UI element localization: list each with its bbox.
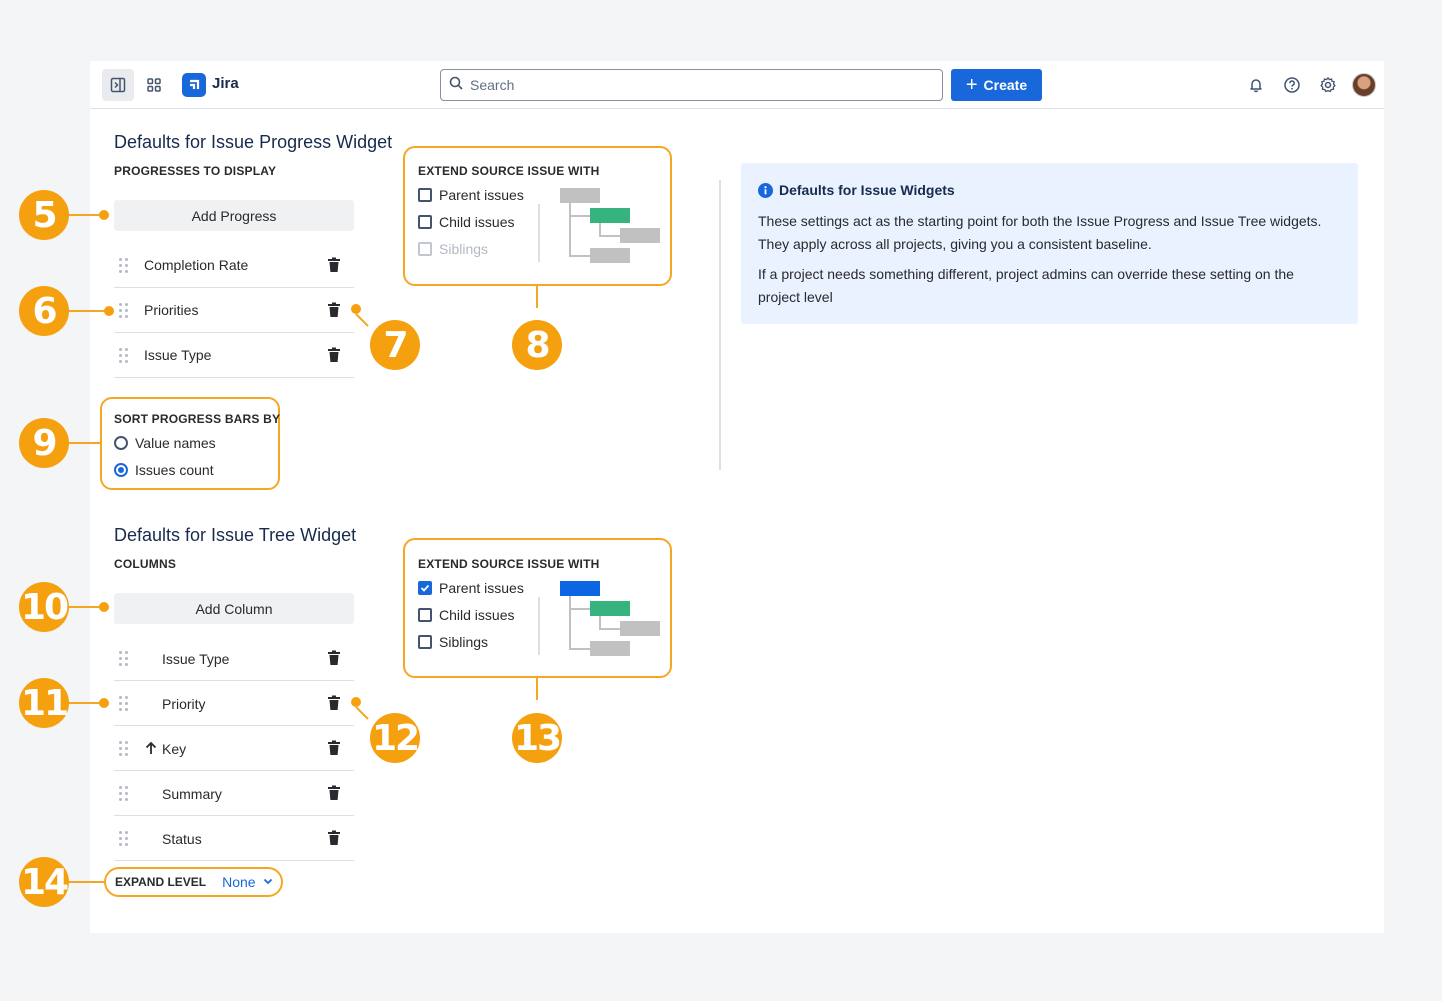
child-issues-checkbox[interactable]: Child issues [418,214,514,230]
drag-handle-icon[interactable] [119,741,129,757]
app-name[interactable]: Jira [212,75,239,92]
trash-icon[interactable] [327,302,341,318]
column-label: Issue Type [162,651,230,667]
info-icon [758,183,773,203]
callout-dot [104,306,114,316]
trash-icon[interactable] [327,347,341,363]
app-switcher-icon[interactable] [138,69,170,101]
columns-heading: COLUMNS [114,557,177,571]
chevron-down-icon[interactable] [262,875,274,890]
progresses-heading: PROGRESSES TO DISPLAY [114,164,277,178]
column-row[interactable]: Key [114,726,354,771]
callout-badge: 6 [19,286,69,336]
progress-label: Issue Type [144,347,212,363]
progress-widget-title: Defaults for Issue Progress Widget [114,132,393,152]
info-line: They apply across all projects, giving y… [758,236,1152,252]
drag-handle-icon[interactable] [119,348,129,364]
info-title: Defaults for Issue Widgets [779,182,955,198]
callout-connector [67,310,105,312]
column-label: Key [162,741,187,757]
add-column-button[interactable]: Add Column [114,593,354,624]
siblings-checkbox[interactable]: Siblings [418,241,488,257]
column-label: Priority [162,696,206,712]
create-button-label: Create [983,77,1028,93]
bell-icon[interactable] [1244,73,1268,97]
progress-row[interactable]: Issue Type [114,333,354,378]
info-line: These settings act as the starting point… [758,213,1322,229]
sort-ascending-icon[interactable] [144,740,158,761]
sort-heading: SORT PROGRESS BARS BY [114,412,281,426]
callout-dot [99,210,109,220]
extend-divider [538,204,540,262]
search-bar[interactable] [440,69,943,101]
trash-icon[interactable] [327,740,341,756]
progress-label: Completion Rate [144,257,249,273]
search-input[interactable] [470,77,930,93]
callout-badge: 7 [370,320,420,370]
trash-icon[interactable] [327,785,341,801]
column-row[interactable]: Status [114,816,354,861]
tree-illustration-icon [560,188,660,263]
callout-badge: 8 [512,320,562,370]
issues-count-radio[interactable]: Issues count [114,462,214,478]
column-label: Summary [162,786,222,802]
child-issues-checkbox[interactable]: Child issues [418,607,514,623]
column-row[interactable]: Issue Type [114,636,354,681]
drag-handle-icon[interactable] [119,258,129,274]
avatar[interactable] [1352,73,1376,97]
drag-handle-icon[interactable] [119,303,129,319]
settings-icon[interactable] [1316,73,1340,97]
drag-handle-icon[interactable] [119,696,129,712]
trash-icon[interactable] [327,830,341,846]
jira-logo-icon[interactable] [182,73,206,97]
expand-level-label: EXPAND LEVEL [115,875,207,889]
drag-handle-icon[interactable] [119,831,129,847]
trash-icon[interactable] [327,650,341,666]
column-row[interactable]: Summary [114,771,354,816]
callout-connector [67,442,101,444]
callout-badge: 10 [19,582,69,632]
tree-illustration-icon [560,581,660,656]
extend-divider [538,597,540,655]
callout-badge: 9 [19,418,69,468]
plus-icon: + [965,74,978,96]
extend-heading: EXTEND SOURCE ISSUE WITH [418,557,600,571]
value-names-radio[interactable]: Value names [114,435,216,451]
help-icon[interactable] [1280,73,1304,97]
callout-badge: 12 [370,713,420,763]
drag-handle-icon[interactable] [119,786,129,802]
info-line: If a project needs something different, … [758,266,1294,305]
drag-handle-icon[interactable] [119,651,129,667]
callout-connector [536,286,538,308]
extend-heading: EXTEND SOURCE ISSUE WITH [418,164,600,178]
search-icon [449,76,463,95]
callout-dot [99,602,109,612]
add-progress-button[interactable]: Add Progress [114,200,354,231]
parent-issues-checkbox[interactable]: Parent issues [418,187,524,203]
progress-label: Priorities [144,302,199,318]
progress-row[interactable]: Completion Rate [114,243,354,288]
progress-row[interactable]: Priorities [114,288,354,333]
callout-connector [536,678,538,700]
callout-badge: 13 [512,713,562,763]
trash-icon[interactable] [327,257,341,273]
callout-badge: 5 [19,190,69,240]
siblings-checkbox[interactable]: Siblings [418,634,488,650]
vertical-divider [719,180,721,470]
column-row[interactable]: Priority [114,681,354,726]
callout-badge: 11 [19,678,69,728]
callout-connector [67,881,105,883]
sidebar-toggle-icon[interactable] [102,69,134,101]
callout-dot [99,698,109,708]
parent-issues-checkbox[interactable]: Parent issues [418,580,524,596]
callout-badge: 14 [19,857,69,907]
create-button[interactable]: + Create [951,69,1042,101]
expand-level-control[interactable]: EXPAND LEVEL None [104,867,283,897]
trash-icon[interactable] [327,695,341,711]
tree-widget-title: Defaults for Issue Tree Widget [114,525,357,545]
expand-level-value[interactable]: None [222,874,255,890]
column-label: Status [162,831,202,847]
